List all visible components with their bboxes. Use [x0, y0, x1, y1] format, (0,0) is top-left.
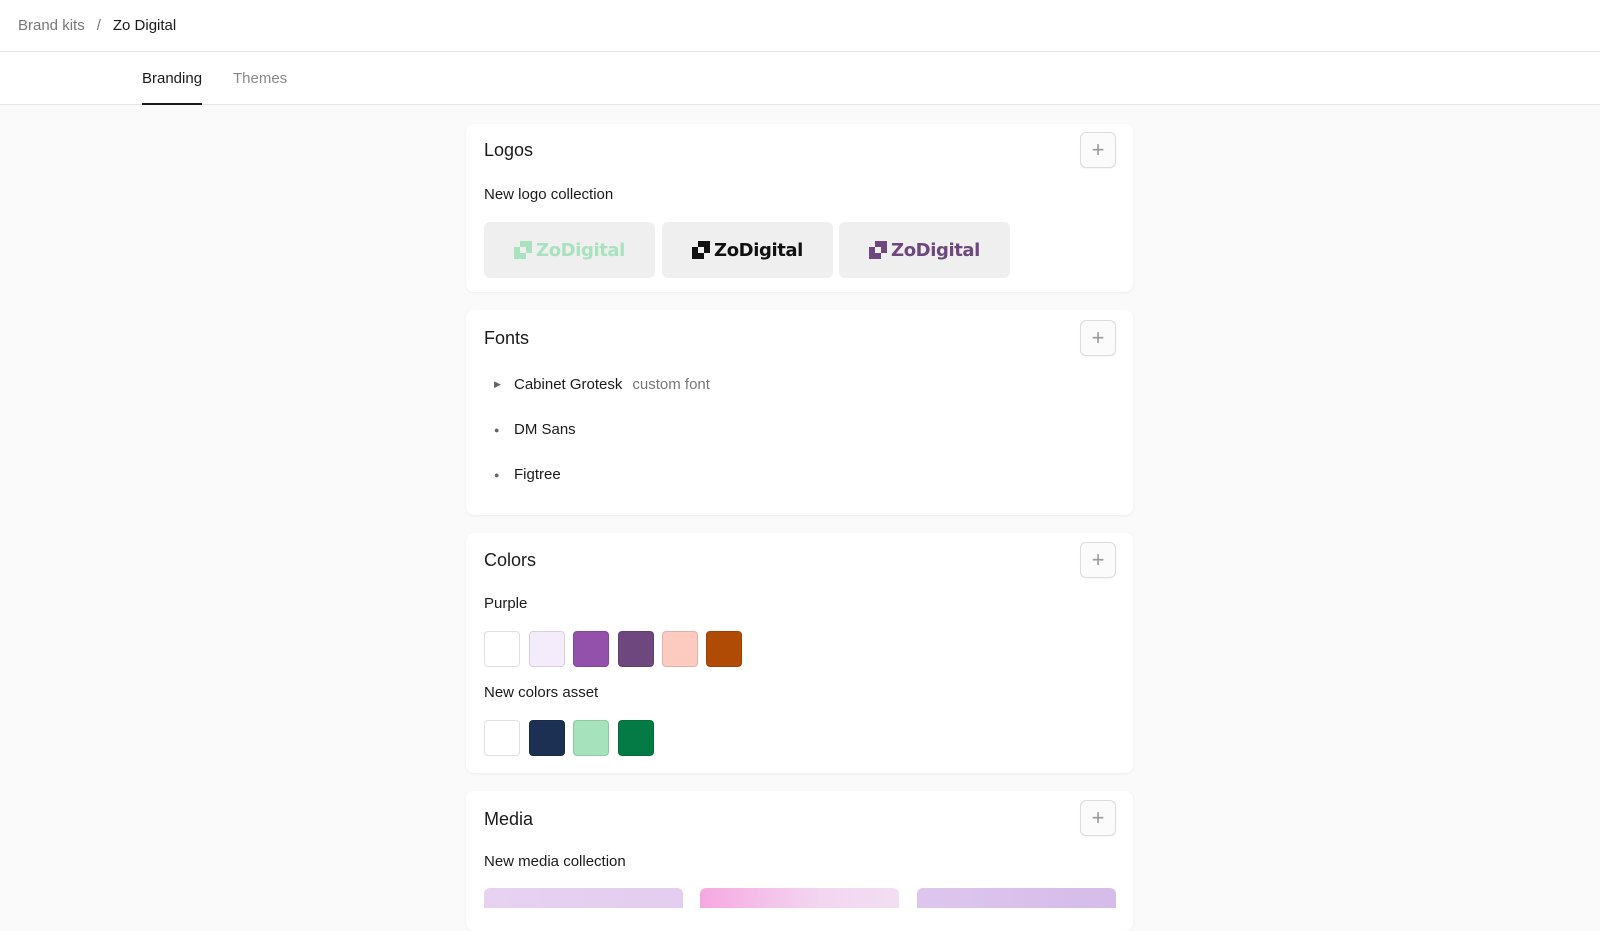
logo-tile-green[interactable]: ZoDigital: [484, 222, 655, 278]
breadcrumb-brand-kits-link[interactable]: Brand kits: [18, 17, 85, 34]
colors-card: Colors + Purple New colors asset: [466, 533, 1133, 773]
zo-mark-icon: [692, 241, 711, 259]
color-swatch[interactable]: [484, 720, 520, 756]
tab-themes[interactable]: Themes: [233, 52, 287, 105]
font-name: DM Sans: [514, 421, 576, 438]
zo-mark-icon: [514, 241, 533, 259]
color-swatch[interactable]: [529, 631, 565, 667]
breadcrumb-separator: /: [96, 17, 101, 34]
triangle-right-icon[interactable]: ▶: [494, 379, 508, 390]
colors-title: Colors: [484, 550, 537, 570]
logo-wordmark: ZoDigital: [714, 239, 803, 261]
color-swatch[interactable]: [573, 720, 609, 756]
tab-bar: Branding Themes: [0, 52, 1600, 105]
color-swatch[interactable]: [573, 631, 609, 667]
breadcrumb: Brand kits / Zo Digital: [18, 17, 176, 34]
color-swatch[interactable]: [529, 720, 565, 756]
bullet-icon: ●: [494, 424, 500, 435]
bullet-icon: ●: [494, 469, 500, 480]
color-swatch[interactable]: [662, 631, 698, 667]
logo-tile-purple[interactable]: ZoDigital: [839, 222, 1010, 278]
logo-wordmark: ZoDigital: [891, 239, 980, 261]
media-title: Media: [484, 809, 534, 829]
add-logo-button[interactable]: +: [1080, 132, 1116, 168]
fonts-card: Fonts + ▶ Cabinet Grotesk custom font ● …: [466, 310, 1133, 515]
media-tile[interactable]: [700, 888, 899, 908]
media-collection-name: New media collection: [484, 853, 626, 870]
logo-tile-black[interactable]: ZoDigital: [662, 222, 833, 278]
color-swatch[interactable]: [706, 631, 742, 667]
logo-wordmark: ZoDigital: [536, 239, 625, 261]
color-swatch[interactable]: [618, 720, 654, 756]
tab-branding[interactable]: Branding: [142, 52, 203, 105]
logo-collection-name: New logo collection: [484, 186, 614, 203]
color-swatch[interactable]: [484, 631, 520, 667]
color-swatch[interactable]: [618, 631, 654, 667]
font-item-dm-sans[interactable]: ● DM Sans: [494, 421, 576, 438]
logos-title: Logos: [484, 140, 534, 160]
fonts-title: Fonts: [484, 328, 530, 348]
add-media-button[interactable]: +: [1080, 800, 1116, 836]
media-card: Media + New media collection: [466, 791, 1133, 931]
add-color-button[interactable]: +: [1080, 542, 1116, 578]
font-tag: custom font: [632, 376, 710, 393]
font-name: Figtree: [514, 466, 561, 483]
color-group-name: New colors asset: [484, 684, 599, 701]
font-item-cabinet-grotesk[interactable]: ▶ Cabinet Grotesk custom font: [494, 376, 710, 393]
add-font-button[interactable]: +: [1080, 320, 1116, 356]
font-item-figtree[interactable]: ● Figtree: [494, 466, 561, 483]
top-bar: Brand kits / Zo Digital: [0, 0, 1600, 52]
breadcrumb-current: Zo Digital: [112, 17, 177, 34]
media-tile[interactable]: [484, 888, 683, 908]
font-name: Cabinet Grotesk: [514, 376, 623, 393]
color-group-name: Purple: [484, 595, 528, 612]
media-tile[interactable]: [917, 888, 1116, 908]
logos-card: Logos + New logo collection ZoDigital Zo…: [466, 124, 1133, 292]
zo-mark-icon: [869, 241, 888, 259]
